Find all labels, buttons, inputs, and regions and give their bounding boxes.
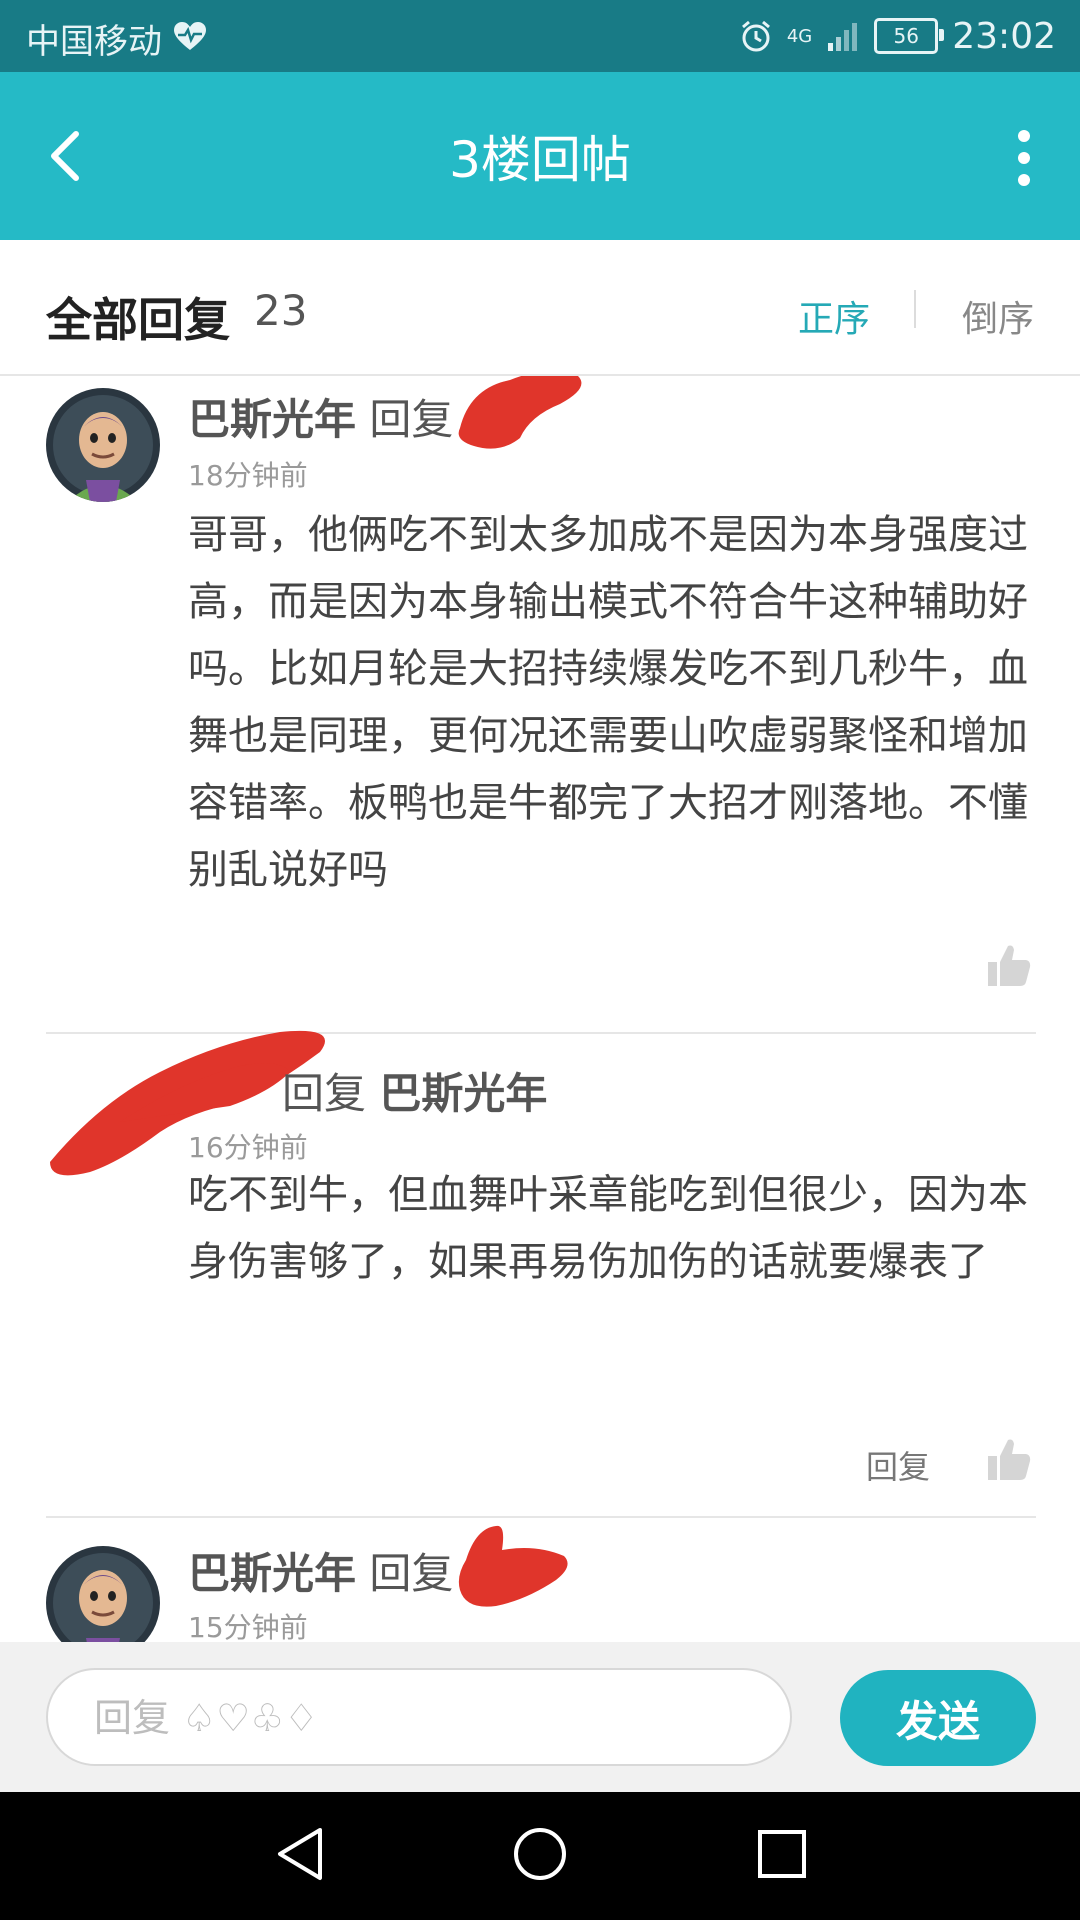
reply-target-name[interactable]: 巴斯光年 [379, 1069, 547, 1118]
avatar-image [46, 1546, 160, 1642]
comment-item: 回复 巴斯光年 16分钟前 吃不到牛，但血舞叶采章能吃到但很少，因为本身伤害够了… [0, 1030, 1080, 1518]
reply-count: 23 [254, 286, 308, 335]
signal-icon [828, 23, 858, 51]
reply-word: 回复 [282, 1069, 367, 1118]
reply-input-bar: 发送 [0, 1642, 1080, 1792]
avatar-image [46, 388, 160, 502]
redaction-scribble [458, 376, 582, 449]
replies-header: 全部回复 23 正序 倒序 [0, 240, 1080, 376]
author-name[interactable]: 巴斯光年 [188, 1549, 356, 1598]
comment-header: 巴斯光年 回复 [188, 1540, 453, 1601]
network-type: 4G [786, 25, 813, 47]
sort-divider [914, 290, 916, 328]
nav-back-icon[interactable] [272, 1824, 328, 1884]
reply-button[interactable]: 回复 [866, 1442, 930, 1488]
comment-header: 巴斯光年 回复 [188, 386, 453, 447]
battery-icon: 56 [874, 18, 945, 54]
comment-list[interactable]: 巴斯光年 回复 18分钟前 哥哥，他俩吃不到太多加成不是因为本身强度过高，而是因… [0, 376, 1080, 1642]
comment-time: 15分钟前 [188, 1611, 308, 1642]
comment-item: 巴斯光年 回复 18分钟前 哥哥，他俩吃不到太多加成不是因为本身强度过高，而是因… [0, 376, 1080, 1034]
author-name[interactable]: 巴斯光年 [188, 395, 356, 444]
comment-header: 回复 巴斯光年 [282, 1060, 547, 1121]
battery-level: 56 [893, 24, 919, 48]
heart-icon [174, 22, 206, 50]
comment-content: 吃不到牛，但血舞叶采章能吃到但很少，因为本身伤害够了，如果再易伤加伤的话就要爆表… [188, 1172, 1028, 1285]
send-button[interactable]: 发送 [840, 1670, 1036, 1766]
thumbs-up-icon[interactable] [986, 942, 1032, 988]
alarm-icon [741, 20, 770, 52]
comment-item: 巴斯光年 回复 15分钟前 [0, 1518, 1080, 1642]
reply-word: 回复 [369, 1549, 454, 1598]
reply-input-container[interactable] [46, 1668, 792, 1766]
avatar[interactable] [46, 388, 160, 502]
reply-word: 回复 [369, 395, 454, 444]
more-options-icon[interactable] [1012, 128, 1036, 188]
comment-time: 18分钟前 [188, 459, 308, 492]
sort-ascending-button[interactable]: 正序 [798, 290, 870, 342]
comment-content: 哥哥，他俩吃不到太多加成不是因为本身强度过高，而是因为本身输出模式不符合牛这种辅… [188, 512, 1028, 893]
redaction-scribble [458, 1525, 568, 1607]
carrier-name: 中国移动 [26, 22, 162, 62]
comment-time: 16分钟前 [188, 1131, 308, 1164]
thumbs-up-icon[interactable] [986, 1436, 1032, 1482]
system-nav-bar [0, 1792, 1080, 1920]
reply-input[interactable] [92, 1670, 736, 1766]
nav-recents-icon[interactable] [754, 1824, 810, 1884]
avatar[interactable] [46, 1546, 160, 1642]
sort-descending-button[interactable]: 倒序 [962, 290, 1034, 342]
title-bar: 3楼回帖 [0, 72, 1080, 240]
all-replies-title: 全部回复 [46, 293, 230, 347]
nav-home-icon[interactable] [510, 1824, 570, 1884]
page-title: 3楼回帖 [449, 131, 631, 189]
status-bar: 中国移动 4G 56 23:02 [0, 0, 1080, 72]
clock: 23:02 [952, 15, 1056, 57]
